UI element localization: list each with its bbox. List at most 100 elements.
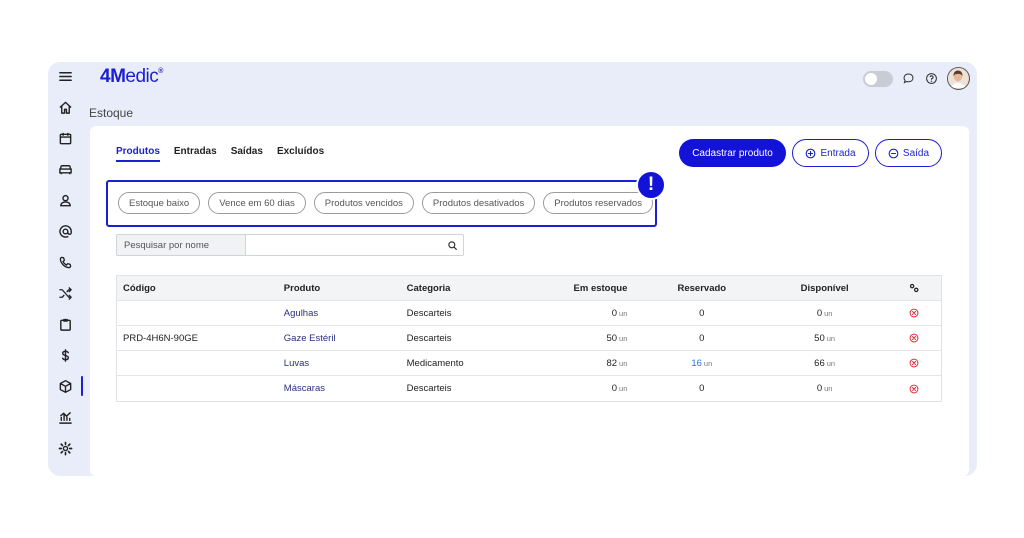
- calendar-icon: [59, 132, 71, 144]
- sidebar-item-estoque[interactable]: [48, 372, 83, 400]
- delete-icon[interactable]: [887, 384, 941, 394]
- delete-icon[interactable]: [887, 333, 941, 343]
- saida-label: Saída: [902, 147, 930, 159]
- cell-produto-link[interactable]: Agulhas: [278, 308, 401, 319]
- active-indicator: [81, 376, 83, 396]
- user-icon: [59, 194, 71, 206]
- header-em-estoque: Em estoque: [573, 282, 628, 294]
- table-row: PRD-4H6N-90GE Gaze Estéril Descarteis 50…: [117, 326, 941, 351]
- cell-categoria: Medicamento: [406, 357, 464, 369]
- couch-icon: [58, 164, 72, 174]
- sidebar-item-relatorios[interactable]: [48, 403, 82, 431]
- sidebar-item-mensagens[interactable]: [48, 217, 82, 245]
- header-produto: Produto: [283, 282, 321, 294]
- dollar-icon: [61, 348, 69, 362]
- sidebar-item-prontuario[interactable]: [48, 310, 82, 338]
- sidebar-item-configuracoes[interactable]: [48, 434, 82, 462]
- filter-produtos-desativados[interactable]: Produtos desativados: [421, 192, 536, 214]
- table-row: Máscaras Descarteis 0 un 0 0 un: [117, 376, 941, 401]
- chart-icon: [58, 411, 72, 424]
- sidebar-item-telefone[interactable]: [48, 248, 82, 276]
- filter-produtos-reservados[interactable]: Produtos reservados: [543, 192, 653, 214]
- cell-produto-link[interactable]: Gaze Estéril: [278, 333, 401, 344]
- filter-vence-60-dias[interactable]: Vence em 60 dias: [208, 192, 306, 214]
- cell-categoria: Descarteis: [406, 332, 452, 344]
- cell-reservado: 0: [699, 307, 705, 319]
- avatar-portrait-icon: [948, 68, 968, 88]
- cell-codigo: PRD-4H6N-90GE: [123, 332, 198, 344]
- app-frame: 4Medic® Estoque Produtos Entradas Saídas…: [48, 62, 977, 476]
- user-avatar[interactable]: [947, 67, 970, 90]
- alert-badge: !: [636, 170, 666, 200]
- table-header: Código Produto Categoria Em estoque Rese…: [117, 276, 941, 301]
- cell-reservado: 0: [699, 383, 705, 394]
- cell-em-estoque: 0 un: [611, 383, 628, 394]
- saida-button[interactable]: Saída: [875, 139, 942, 167]
- sidebar-item-home[interactable]: [48, 93, 82, 121]
- products-table: Código Produto Categoria Em estoque Rese…: [116, 275, 942, 402]
- cell-produto-link[interactable]: Máscaras: [278, 383, 401, 394]
- entrada-button[interactable]: Entrada: [792, 139, 869, 167]
- app-logo: 4Medic®: [100, 66, 163, 87]
- menu-icon-svg: [58, 71, 72, 81]
- page-title: Estoque: [89, 106, 134, 120]
- shuffle-icon: [58, 286, 72, 300]
- sidebar-item-pacientes[interactable]: [48, 186, 82, 214]
- cell-em-estoque: 50 un: [606, 332, 628, 344]
- sidebar: [48, 62, 83, 476]
- cell-categoria: Descarteis: [406, 307, 452, 319]
- menu-icon[interactable]: [48, 62, 82, 90]
- filter-produtos-vencidos[interactable]: Produtos vencidos: [313, 192, 414, 214]
- delete-icon[interactable]: [887, 308, 941, 318]
- table-row: Agulhas Descarteis 0 un 0 0 un: [117, 301, 941, 326]
- delete-icon[interactable]: [887, 358, 941, 368]
- sidebar-item-agenda[interactable]: [48, 124, 82, 152]
- table-row: Luvas Medicamento 82 un 16 un 66 un: [117, 351, 941, 376]
- cell-categoria: Descarteis: [406, 383, 452, 394]
- cell-em-estoque: 0 un: [611, 307, 628, 319]
- cell-reservado-link[interactable]: 16 un: [641, 358, 762, 369]
- cell-disponivel: 66 un: [814, 357, 836, 369]
- cell-em-estoque: 82 un: [606, 357, 628, 369]
- cadastrar-produto-button[interactable]: Cadastrar produto: [679, 139, 786, 167]
- sidebar-item-financeiro[interactable]: [48, 341, 82, 369]
- filter-chips: Estoque baixo Vence em 60 dias Produtos …: [118, 192, 653, 214]
- cell-produto-link[interactable]: Luvas: [278, 358, 401, 369]
- search-bar: Pesquisar por nome: [116, 234, 464, 256]
- cell-reservado: 0: [699, 332, 705, 344]
- tab-excluidos[interactable]: Excluídos: [277, 146, 324, 162]
- sidebar-item-fluxo[interactable]: [48, 279, 82, 307]
- theme-toggle[interactable]: [863, 70, 893, 87]
- tab-saidas[interactable]: Saídas: [231, 146, 263, 162]
- columns-settings-icon[interactable]: [887, 282, 941, 294]
- header-reservado: Reservado: [677, 282, 727, 294]
- header-disponivel: Disponível: [800, 282, 849, 294]
- phone-icon: [59, 256, 71, 268]
- cell-disponivel: 0 un: [816, 307, 833, 319]
- plus-circle-icon: [806, 148, 816, 158]
- cell-disponivel: 50 un: [814, 332, 836, 344]
- main-card: Produtos Entradas Saídas Excluídos Cadas…: [90, 126, 969, 476]
- gear-icon: [58, 441, 72, 455]
- entrada-label: Entrada: [820, 147, 856, 159]
- tab-entradas[interactable]: Entradas: [174, 146, 217, 162]
- search-icon[interactable]: [441, 235, 463, 255]
- box-icon: [59, 379, 71, 393]
- tab-bar: Produtos Entradas Saídas Excluídos: [116, 146, 324, 162]
- help-icon[interactable]: [924, 71, 939, 86]
- cell-disponivel: 0 un: [816, 383, 833, 394]
- minus-circle-icon: [888, 148, 899, 158]
- header-codigo: Código: [123, 282, 156, 294]
- search-input[interactable]: [246, 235, 441, 255]
- tab-produtos[interactable]: Produtos: [116, 146, 160, 162]
- home-icon: [58, 101, 72, 114]
- filter-highlight-box: Estoque baixo Vence em 60 dias Produtos …: [106, 180, 657, 227]
- header-categoria: Categoria: [406, 282, 451, 294]
- sidebar-item-consultas[interactable]: [48, 155, 82, 183]
- top-right-controls: [863, 67, 970, 90]
- filter-estoque-baixo[interactable]: Estoque baixo: [118, 192, 201, 214]
- at-icon: [58, 224, 72, 238]
- clipboard-icon: [59, 318, 71, 331]
- chat-icon[interactable]: [901, 71, 916, 86]
- search-label: Pesquisar por nome: [117, 235, 246, 255]
